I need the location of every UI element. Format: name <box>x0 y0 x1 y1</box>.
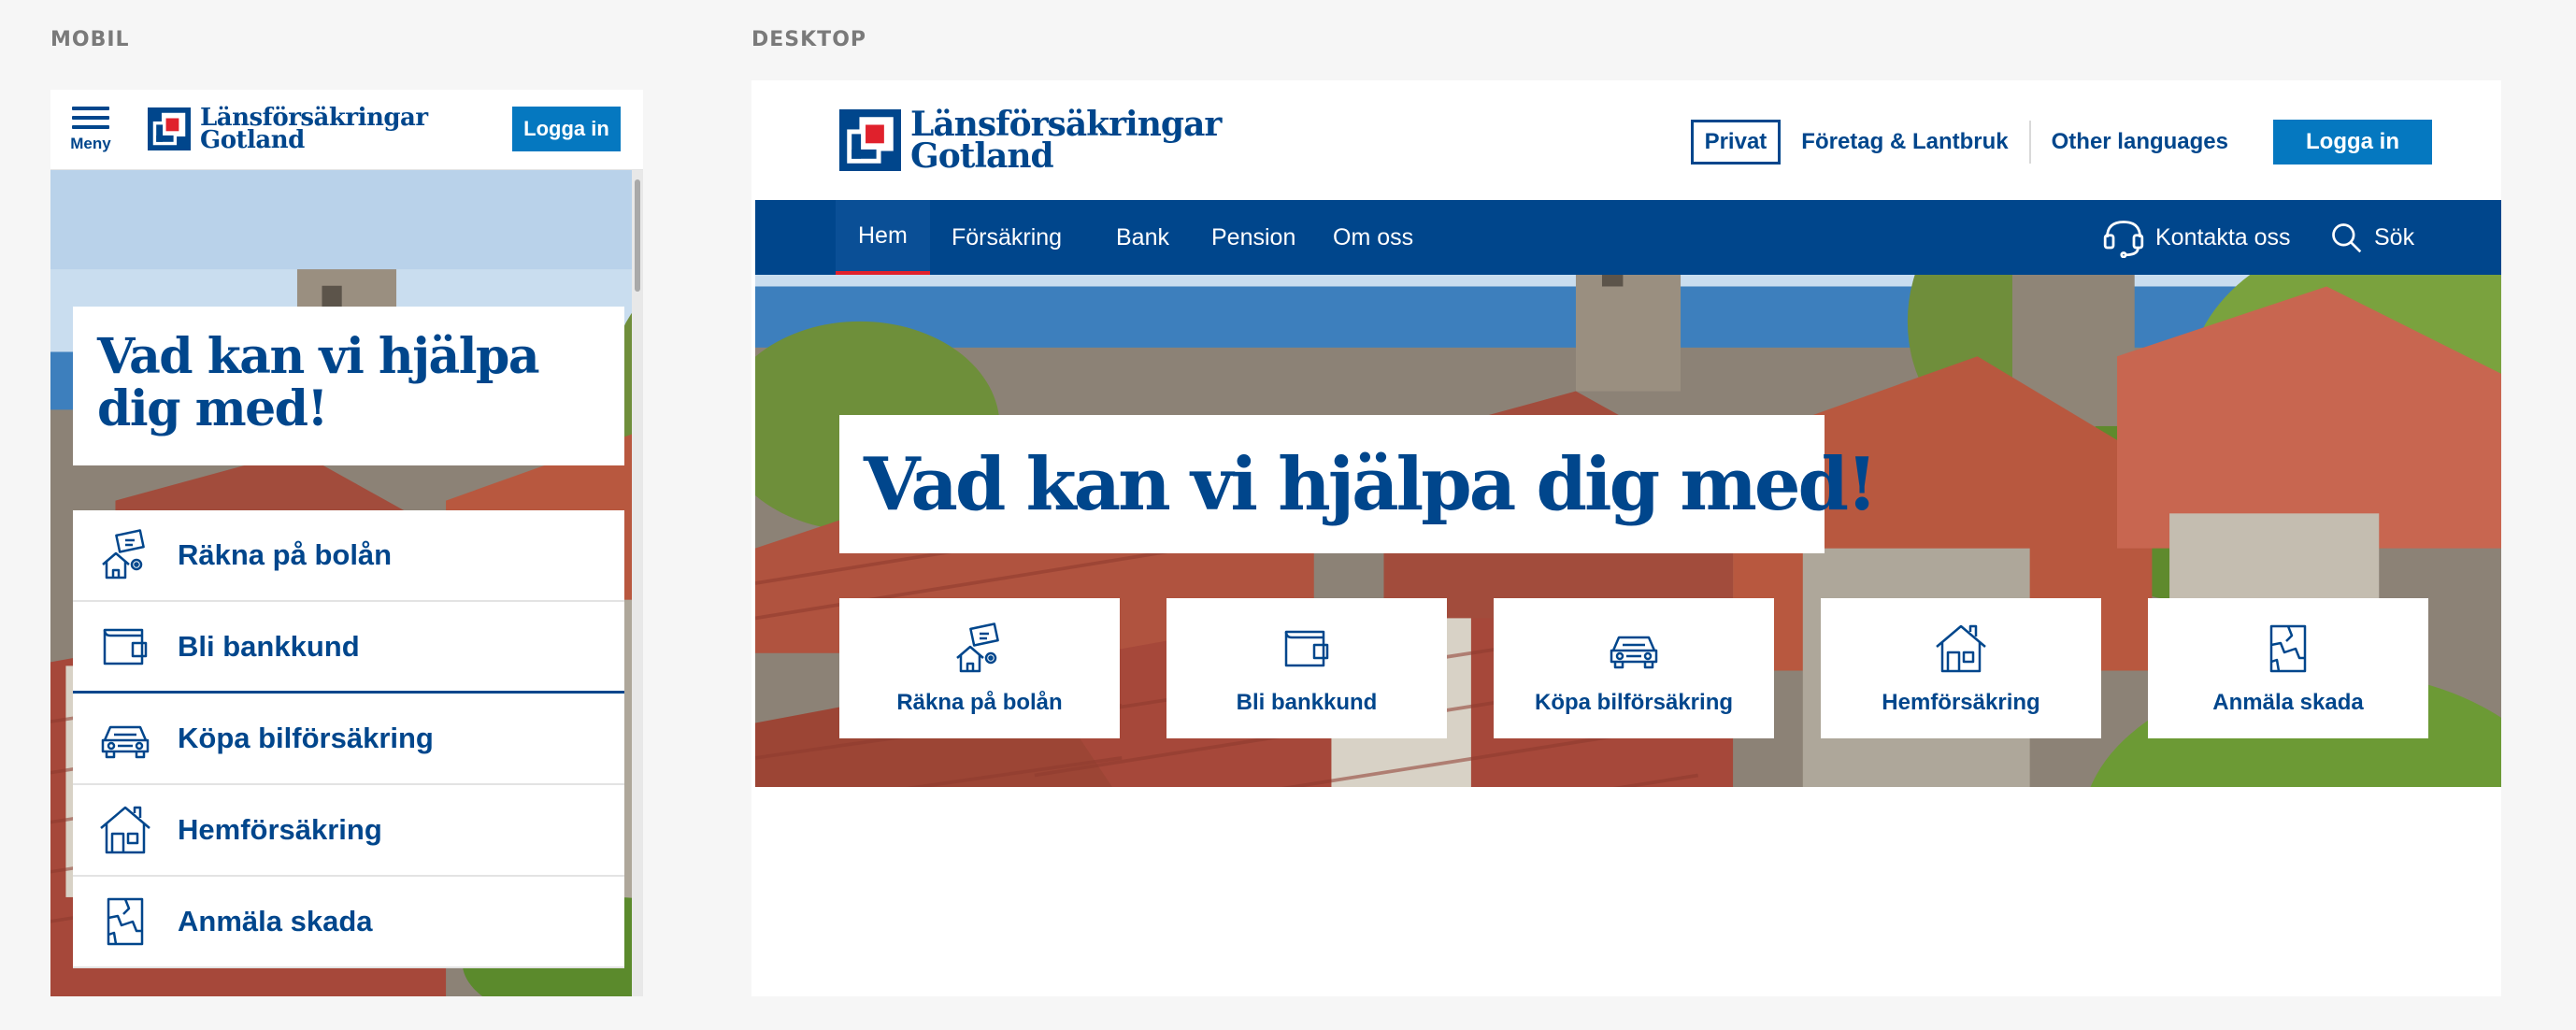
mobile-header: Meny Länsförsäkringar Gotland Logga in <box>50 90 643 170</box>
quick-card-hemforsakring[interactable]: Hemförsäkring <box>1821 598 2101 738</box>
hero-heading: Vad kan vi hjälpa dig med! <box>839 415 1878 553</box>
scrollbar-thumb[interactable] <box>635 179 640 292</box>
quick-link-bilforsakring[interactable]: Köpa bilförsäkring <box>73 694 624 785</box>
nav-item-hem[interactable]: Hem <box>836 200 930 275</box>
quick-card-bolan[interactable]: Räkna på bolån <box>839 598 1120 738</box>
menu-label: Meny <box>70 135 111 152</box>
logo-icon <box>839 109 901 171</box>
login-button[interactable]: Logga in <box>2273 120 2432 165</box>
hero-section: Vad kan vi hjälpa dig med! Räkna på bolå… <box>50 170 643 996</box>
login-button[interactable]: Logga in <box>512 107 621 151</box>
quick-link-label: Räkna på bolån <box>178 538 393 571</box>
quick-link-label: Hemförsäkring <box>178 813 382 846</box>
quick-card-bilforsakring[interactable]: Köpa bilförsäkring <box>1494 598 1774 738</box>
quick-link-label: Anmäla skada <box>178 905 373 937</box>
hamburger-icon-bar <box>72 125 109 129</box>
nav-item-bank[interactable]: Bank <box>1094 200 1192 275</box>
quick-card-label: Räkna på bolån <box>896 690 1063 715</box>
quick-card-label: Köpa bilförsäkring <box>1534 690 1734 715</box>
brand-name-line2: Gotland <box>910 136 1054 176</box>
nav-item-forsakring[interactable]: Försäkring <box>929 200 1084 275</box>
quick-link-skada[interactable]: Anmäla skada <box>73 877 624 968</box>
search-label: Sök <box>2374 223 2415 250</box>
hero-heading: Vad kan vi hjälpa dig med! <box>73 307 624 465</box>
home-icon <box>97 802 153 858</box>
segment-nav: Privat Företag & Lantbruk Other language… <box>1690 120 2432 165</box>
nav-item-pension[interactable]: Pension <box>1189 200 1318 275</box>
quick-link-bankkund[interactable]: Bli bankkund <box>73 602 624 694</box>
car-icon <box>1606 621 1662 677</box>
quick-card-skada[interactable]: Anmäla skada <box>2148 598 2428 738</box>
main-nav: Hem Försäkring Bank Pension Om oss Konta… <box>755 200 2501 275</box>
segment-foretag[interactable]: Företag & Lantbruk <box>1801 129 2008 155</box>
quick-card-label: Hemförsäkring <box>1882 690 2040 715</box>
desktop-section-label: DESKTOP <box>751 28 867 51</box>
scrollbar[interactable] <box>632 170 643 996</box>
quick-link-label: Bli bankkund <box>178 629 360 663</box>
brand-name: Länsförsäkringar Gotland <box>910 105 1222 176</box>
desktop-frame: Länsförsäkringar Gotland Privat Företag … <box>751 80 2501 996</box>
other-languages-link[interactable]: Other languages <box>2052 129 2228 155</box>
quick-card-label: Bli bankkund <box>1236 690 1378 715</box>
hamburger-icon-bar <box>72 116 109 120</box>
brand-name-line1: Länsförsäkringar <box>910 105 1222 144</box>
home-icon <box>1933 621 1989 677</box>
quick-card-bankkund[interactable]: Bli bankkund <box>1166 598 1447 738</box>
brand-logo[interactable]: Länsförsäkringar Gotland <box>839 105 1222 176</box>
quick-links-list: Räkna på bolån Bli bankkund Köpa bilförs… <box>73 510 624 968</box>
segment-privat[interactable]: Privat <box>1690 120 1782 165</box>
mobile-section-label: MOBIL <box>50 28 130 51</box>
quick-link-bolan[interactable]: Räkna på bolån <box>73 510 624 602</box>
desktop-header: Länsförsäkringar Gotland Privat Företag … <box>751 80 2501 200</box>
hamburger-icon <box>72 107 109 110</box>
brand-logo[interactable]: Länsförsäkringar Gotland <box>148 106 428 154</box>
brand-name-line2: Gotland <box>200 126 305 154</box>
damage-report-icon <box>2260 621 2316 677</box>
menu-button[interactable]: Meny <box>67 107 114 153</box>
wallet-icon <box>97 619 153 675</box>
damage-report-icon <box>97 894 153 950</box>
quick-link-hemforsakring[interactable]: Hemförsäkring <box>73 785 624 877</box>
divider <box>2028 121 2031 164</box>
search-icon <box>2329 221 2363 254</box>
logo-icon <box>148 107 191 150</box>
wallet-icon <box>1279 621 1335 677</box>
house-calculator-icon <box>952 621 1008 677</box>
brand-name: Länsförsäkringar Gotland <box>200 106 428 154</box>
hero-section: Vad kan vi hjälpa dig med! Räkna på bolå… <box>755 275 2501 787</box>
headset-icon <box>2103 217 2144 258</box>
car-icon <box>97 710 153 766</box>
house-calculator-icon <box>97 527 153 583</box>
search-link[interactable]: Sök <box>2329 200 2414 275</box>
quick-card-label: Anmäla skada <box>2212 690 2364 715</box>
nav-item-om-oss[interactable]: Om oss <box>1310 200 1436 275</box>
quick-links-cards: Räkna på bolån Bli bankkund Köpa bilförs… <box>839 598 2428 738</box>
mobile-frame: Meny Länsförsäkringar Gotland Logga in V… <box>50 90 643 996</box>
quick-link-label: Köpa bilförsäkring <box>178 722 434 754</box>
contact-label: Kontakta oss <box>2155 223 2291 250</box>
contact-link[interactable]: Kontakta oss <box>2103 200 2291 275</box>
